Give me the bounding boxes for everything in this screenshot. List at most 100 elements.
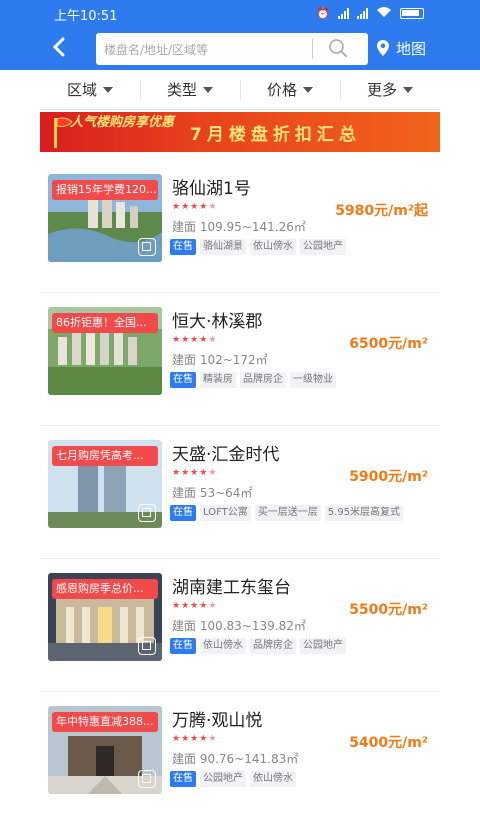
listing-title[interactable]: 万腾·观山悦 (172, 706, 262, 731)
listing-area: 建面 90.76~141.83㎡ (172, 752, 299, 766)
rating-stars: ★ ★ ★ ★ ★ (172, 467, 216, 479)
feature-tag: 买一层送一层 (254, 505, 321, 521)
star-icon: ★ (190, 202, 199, 212)
listing-title[interactable]: 骆仙湖1号 (172, 174, 251, 199)
half-star-icon: ★ (208, 734, 217, 744)
status-icons: ⏰ (316, 6, 424, 21)
feature-tag: 公园地产 (200, 771, 246, 787)
star-icon: ★ (190, 468, 199, 478)
list-item[interactable]: 感恩购房季总价... 湖南建工东玺台 ★ ★ ★ ★ ★ 建面 100.83~139.8… (40, 559, 440, 692)
map-button[interactable]: 地图 (376, 36, 426, 60)
promo-banner[interactable]: 人气楼购房享优惠 7月楼盘折扣汇总 (40, 112, 440, 152)
rating-stars: ★ ★ ★ ★ ★ (172, 600, 216, 612)
list-item[interactable]: 报销15年学费120... 骆仙湖1号 ★ ★ ★ ★ ★ 建面 109.95~141.… (40, 160, 440, 293)
feature-tag: 品牌房企 (240, 372, 286, 388)
filter-type[interactable]: 类型 (140, 70, 240, 109)
status-time: 上午10:51 (54, 9, 118, 24)
status-badge: 在售 (170, 505, 196, 521)
search-divider (312, 39, 313, 59)
feature-tag: 骆仙湖景 (200, 239, 246, 255)
half-star-icon: ★ (208, 202, 217, 212)
star-icon: ★ (172, 202, 181, 212)
tag-row: 在售 骆仙湖景 依山傍水 公园地产 (170, 239, 346, 255)
star-icon: ★ (181, 335, 190, 345)
status-badge: 在售 (170, 771, 196, 787)
status-badge: 在售 (170, 638, 196, 654)
listing-price: 5900元/m² (349, 469, 428, 485)
star-icon: ★ (190, 335, 199, 345)
filter-label: 区域 (66, 81, 97, 99)
half-star-icon: ★ (208, 468, 217, 478)
caret-down-icon (203, 86, 213, 93)
vr-icon[interactable] (138, 637, 156, 655)
listing-title[interactable]: 恒大·林溪郡 (172, 307, 262, 332)
promo-tag: 感恩购房季总价... (52, 579, 158, 599)
listing-title[interactable]: 湖南建工东玺台 (172, 573, 291, 598)
status-badge: 在售 (170, 372, 196, 388)
banner-text: 7月楼盘折扣汇总 (190, 125, 361, 145)
star-icon: ★ (181, 734, 190, 744)
filter-region[interactable]: 区域 (40, 70, 140, 109)
filter-label: 更多 (366, 81, 397, 99)
status-badge: 在售 (170, 239, 196, 255)
promo-tag: 报销15年学费120... (52, 180, 158, 200)
map-label: 地图 (396, 39, 427, 58)
listing-thumbnail[interactable]: 感恩购房季总价... (48, 573, 162, 661)
back-button[interactable] (52, 36, 74, 60)
vr-icon[interactable] (138, 770, 156, 788)
signal-icon-2 (357, 8, 368, 19)
search-box[interactable]: 楼盘名/地址/区域等 (96, 33, 368, 65)
feature-tag: 一级物业 (290, 372, 336, 388)
tag-row: 在售 LOFT公寓 买一层送一层 5.95米层高复式 (170, 505, 404, 521)
listing-area: 建面 109.95~141.26㎡ (172, 220, 306, 234)
signal-icon (338, 8, 349, 19)
star-icon: ★ (199, 335, 208, 345)
star-icon: ★ (172, 734, 181, 744)
rating-stars: ★ ★ ★ ★ ★ (172, 201, 216, 213)
filter-more[interactable]: 更多 (340, 70, 440, 109)
battery-icon (400, 8, 424, 19)
filter-label: 类型 (166, 81, 197, 99)
feature-tag: 精装房 (200, 372, 236, 388)
star-icon: ★ (190, 601, 199, 611)
listing-area: 建面 100.83~139.82㎡ (172, 619, 306, 633)
wifi-icon (376, 6, 392, 21)
search-input[interactable]: 楼盘名/地址/区域等 (104, 41, 208, 58)
status-bar: 上午10:51 ⏰ (0, 0, 480, 28)
feature-tag: 品牌房企 (250, 638, 296, 654)
rating-stars: ★ ★ ★ ★ ★ (172, 334, 216, 346)
star-icon: ★ (181, 202, 190, 212)
half-star-icon: ★ (208, 335, 217, 345)
promo-tag: 七月购房凭高考... (52, 446, 158, 466)
location-pin-icon (377, 40, 389, 56)
search-header: 楼盘名/地址/区域等 地图 (0, 28, 480, 70)
listing-list: 报销15年学费120... 骆仙湖1号 ★ ★ ★ ★ ★ 建面 109.95~141.… (40, 160, 440, 825)
tag-row: 在售 依山傍水 品牌房企 公园地产 (170, 638, 346, 654)
half-star-icon: ★ (208, 601, 217, 611)
listing-thumbnail[interactable]: 报销15年学费120... (48, 174, 162, 262)
banner-deco-title: 人气楼购房享优惠 (70, 115, 175, 130)
filter-label: 价格 (266, 81, 297, 99)
caret-down-icon (103, 86, 113, 93)
feature-tag: 依山傍水 (200, 638, 246, 654)
listing-thumbnail[interactable]: 86折钜惠！全国... (48, 307, 162, 395)
promo-tag: 年中特惠直减388... (52, 712, 158, 732)
listing-price: 5500元/m² (349, 602, 428, 618)
filter-price[interactable]: 价格 (240, 70, 340, 109)
listing-thumbnail[interactable]: 七月购房凭高考... (48, 440, 162, 528)
star-icon: ★ (199, 601, 208, 611)
star-icon: ★ (181, 468, 190, 478)
listing-thumbnail[interactable]: 年中特惠直减388... (48, 706, 162, 794)
listing-price: 6500元/m² (349, 336, 428, 352)
list-item[interactable]: 86折钜惠！全国... 恒大·林溪郡 ★ ★ ★ ★ ★ 建面 102~172㎡ 在售 … (40, 293, 440, 426)
star-icon: ★ (199, 468, 208, 478)
caret-down-icon (303, 86, 313, 93)
feature-tag: 公园地产 (300, 638, 346, 654)
search-icon[interactable] (328, 38, 348, 58)
list-item[interactable]: 年中特惠直减388... 万腾·观山悦 ★ ★ ★ ★ ★ 建面 90.76~141.8… (40, 692, 440, 825)
list-item[interactable]: 七月购房凭高考... 天盛·汇金时代 ★ ★ ★ ★ ★ 建面 53~64㎡ 在售 LO… (40, 426, 440, 559)
vr-icon[interactable] (138, 238, 156, 256)
vr-icon[interactable] (138, 504, 156, 522)
star-icon: ★ (172, 335, 181, 345)
listing-title[interactable]: 天盛·汇金时代 (172, 440, 279, 465)
